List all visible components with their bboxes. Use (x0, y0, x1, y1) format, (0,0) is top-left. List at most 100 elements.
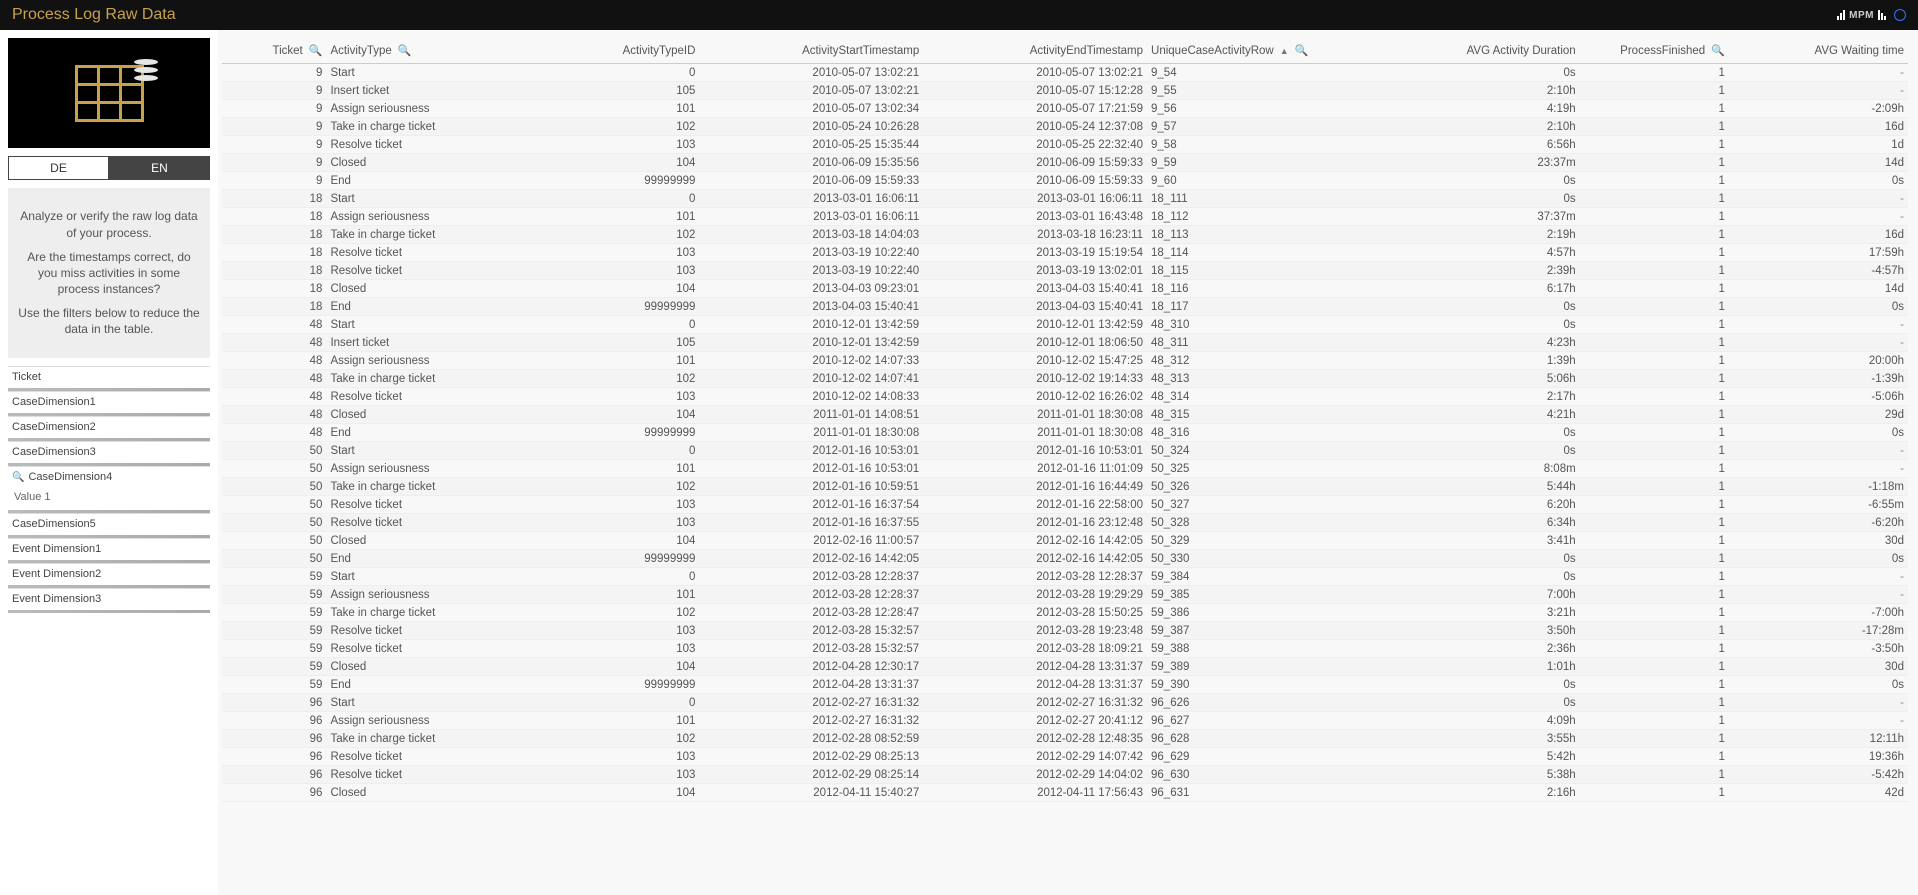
table-row[interactable]: 18End999999992013-04-03 15:40:412013-04-… (222, 298, 1908, 316)
cell-end: 2012-02-29 14:07:42 (923, 748, 1147, 766)
table-row[interactable]: 96Closed1042012-04-11 15:40:272012-04-11… (222, 784, 1908, 802)
table-row[interactable]: 9Resolve ticket1032010-05-25 15:35:44201… (222, 136, 1908, 154)
cell-wait: -3:50h (1729, 640, 1908, 658)
table-row[interactable]: 59Start02012-03-28 12:28:372012-03-28 12… (222, 568, 1908, 586)
cell-wait: 1d (1729, 136, 1908, 154)
cell-wait: 14d (1729, 280, 1908, 298)
filter-casedimension2[interactable]: CaseDimension2 (8, 416, 210, 441)
cell-start: 2012-02-29 08:25:13 (699, 748, 923, 766)
cell-wait: -7:00h (1729, 604, 1908, 622)
table-row[interactable]: 18Assign seriousness1012013-03-01 16:06:… (222, 208, 1908, 226)
table-row[interactable]: 48End999999992011-01-01 18:30:082011-01-… (222, 424, 1908, 442)
cell-activityTypeId: 104 (520, 784, 699, 802)
col-header-end[interactable]: ActivityEndTimestamp (923, 38, 1147, 64)
table-row[interactable]: 18Start02013-03-01 16:06:112013-03-01 16… (222, 190, 1908, 208)
table-row[interactable]: 9Closed1042010-06-09 15:35:562010-06-09 … (222, 154, 1908, 172)
table-row[interactable]: 50Closed1042012-02-16 11:00:572012-02-16… (222, 532, 1908, 550)
cell-fin: 1 (1580, 118, 1729, 136)
table-row[interactable]: 59Resolve ticket1032012-03-28 15:32:5720… (222, 622, 1908, 640)
table-row[interactable]: 50End999999992012-02-16 14:42:052012-02-… (222, 550, 1908, 568)
cell-wait: -4:57h (1729, 262, 1908, 280)
cell-wait: 17:59h (1729, 244, 1908, 262)
table-row[interactable]: 96Assign seriousness1012012-02-27 16:31:… (222, 712, 1908, 730)
cell-activityTypeId: 101 (520, 208, 699, 226)
cell-activityTypeId: 104 (520, 154, 699, 172)
cell-ticket: 48 (222, 370, 326, 388)
filter-event-dimension3[interactable]: Event Dimension3 (8, 588, 210, 613)
table-row[interactable]: 48Assign seriousness1012010-12-02 14:07:… (222, 352, 1908, 370)
table-row[interactable]: 96Resolve ticket1032012-02-29 08:25:1420… (222, 766, 1908, 784)
table-row[interactable]: 48Take in charge ticket1022010-12-02 14:… (222, 370, 1908, 388)
filter-ticket[interactable]: Ticket (8, 366, 210, 391)
cell-ticket: 48 (222, 352, 326, 370)
table-row[interactable]: 48Resolve ticket1032010-12-02 14:08:3320… (222, 388, 1908, 406)
cell-ucar: 50_327 (1147, 496, 1371, 514)
cell-wait: 30d (1729, 532, 1908, 550)
cell-fin: 1 (1580, 766, 1729, 784)
table-row[interactable]: 50Resolve ticket1032012-01-16 16:37:5420… (222, 496, 1908, 514)
table-row[interactable]: 9Take in charge ticket1022010-05-24 10:2… (222, 118, 1908, 136)
cell-activityTypeId: 104 (520, 658, 699, 676)
filter-casedimension5[interactable]: CaseDimension5 (8, 513, 210, 538)
cell-ucar: 96_628 (1147, 730, 1371, 748)
table-row[interactable]: 9Insert ticket1052010-05-07 13:02:212010… (222, 82, 1908, 100)
cell-activityTypeId: 104 (520, 406, 699, 424)
cell-fin: 1 (1580, 658, 1729, 676)
col-header-activityType[interactable]: ActivityType🔍 (326, 38, 520, 64)
table-row[interactable]: 59Assign seriousness1012012-03-28 12:28:… (222, 586, 1908, 604)
cell-start: 2012-02-16 14:42:05 (699, 550, 923, 568)
cell-activityTypeId: 105 (520, 334, 699, 352)
status-dot-icon[interactable] (1894, 9, 1906, 21)
filter-event-dimension2[interactable]: Event Dimension2 (8, 563, 210, 588)
table-row[interactable]: 9Assign seriousness1012010-05-07 13:02:3… (222, 100, 1908, 118)
table-row[interactable]: 48Insert ticket1052010-12-01 13:42:59201… (222, 334, 1908, 352)
col-header-ticket[interactable]: Ticket🔍 (222, 38, 326, 64)
search-icon[interactable]: 🔍 (398, 44, 412, 57)
table-row[interactable]: 9Start02010-05-07 13:02:212010-05-07 13:… (222, 64, 1908, 82)
table-row[interactable]: 96Take in charge ticket1022012-02-28 08:… (222, 730, 1908, 748)
cell-start: 2010-12-01 13:42:59 (699, 316, 923, 334)
table-row[interactable]: 96Start02012-02-27 16:31:322012-02-27 16… (222, 694, 1908, 712)
table-row[interactable]: 50Assign seriousness1012012-01-16 10:53:… (222, 460, 1908, 478)
filter-casedimension1[interactable]: CaseDimension1 (8, 391, 210, 416)
table-row[interactable]: 48Closed1042011-01-01 14:08:512011-01-01… (222, 406, 1908, 424)
table-row[interactable]: 50Start02012-01-16 10:53:012012-01-16 10… (222, 442, 1908, 460)
col-header-dur[interactable]: AVG Activity Duration (1371, 38, 1580, 64)
search-icon[interactable]: 🔍 (309, 44, 323, 57)
table-row[interactable]: 18Resolve ticket1032013-03-19 10:22:4020… (222, 244, 1908, 262)
filter-label: CaseDimension4 (12, 471, 206, 487)
table-row[interactable]: 59Closed1042012-04-28 12:30:172012-04-28… (222, 658, 1908, 676)
table-row[interactable]: 59Take in charge ticket1022012-03-28 12:… (222, 604, 1908, 622)
cell-start: 2012-03-28 15:32:57 (699, 640, 923, 658)
filter-event-dimension1[interactable]: Event Dimension1 (8, 538, 210, 563)
cell-fin: 1 (1580, 694, 1729, 712)
table-row[interactable]: 18Closed1042013-04-03 09:23:012013-04-03… (222, 280, 1908, 298)
cell-ticket: 59 (222, 676, 326, 694)
table-row[interactable]: 50Resolve ticket1032012-01-16 16:37:5520… (222, 514, 1908, 532)
search-icon[interactable]: 🔍 (1711, 44, 1725, 57)
search-icon[interactable]: 🔍 (1295, 44, 1309, 57)
sort-asc-icon[interactable]: ▲ (1280, 46, 1289, 56)
table-row[interactable]: 18Resolve ticket1032013-03-19 10:22:4020… (222, 262, 1908, 280)
table-container[interactable]: Ticket🔍ActivityType🔍ActivityTypeIDActivi… (218, 30, 1918, 895)
table-row[interactable]: 9End999999992010-06-09 15:59:332010-06-0… (222, 172, 1908, 190)
table-row[interactable]: 48Start02010-12-01 13:42:592010-12-01 13… (222, 316, 1908, 334)
filter-casedimension3[interactable]: CaseDimension3 (8, 441, 210, 466)
col-header-fin[interactable]: ProcessFinished🔍 (1580, 38, 1729, 64)
lang-de-button[interactable]: DE (8, 156, 109, 180)
cell-ucar: 18_114 (1147, 244, 1371, 262)
cell-dur: 2:39h (1371, 262, 1580, 280)
table-row[interactable]: 59Resolve ticket1032012-03-28 15:32:5720… (222, 640, 1908, 658)
table-row[interactable]: 50Take in charge ticket1022012-01-16 10:… (222, 478, 1908, 496)
table-row[interactable]: 96Resolve ticket1032012-02-29 08:25:1320… (222, 748, 1908, 766)
cell-wait: 16d (1729, 118, 1908, 136)
col-header-ucar[interactable]: UniqueCaseActivityRow▲🔍 (1147, 38, 1371, 64)
table-row[interactable]: 59End999999992012-04-28 13:31:372012-04-… (222, 676, 1908, 694)
lang-en-button[interactable]: EN (109, 156, 210, 180)
filter-casedimension4[interactable]: CaseDimension4Value 1 (8, 466, 210, 513)
col-header-wait[interactable]: AVG Waiting time (1729, 38, 1908, 64)
col-header-activityTypeId[interactable]: ActivityTypeID (520, 38, 699, 64)
cell-start: 2012-02-16 11:00:57 (699, 532, 923, 550)
col-header-start[interactable]: ActivityStartTimestamp (699, 38, 923, 64)
table-row[interactable]: 18Take in charge ticket1022013-03-18 14:… (222, 226, 1908, 244)
